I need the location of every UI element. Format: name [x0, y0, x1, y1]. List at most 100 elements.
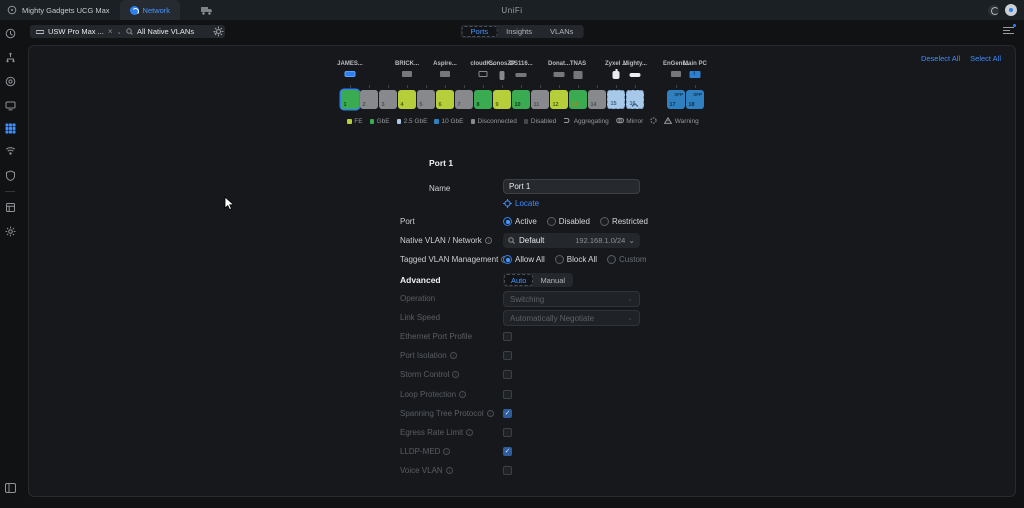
- port-18-sfp[interactable]: 18SFP: [686, 90, 704, 109]
- port-12[interactable]: 12: [550, 90, 568, 109]
- tagged-vlan-radio-allow-all[interactable]: Allow All: [503, 255, 545, 264]
- toggle-label-ethernet-port-profile: Ethernet Port Profile: [400, 332, 472, 341]
- info-icon[interactable]: i: [459, 391, 466, 398]
- port-11[interactable]: 11: [531, 90, 549, 109]
- sidebar-item-dashboard[interactable]: [4, 27, 16, 39]
- info-icon[interactable]: i: [485, 237, 492, 244]
- sidebar-item-security[interactable]: [4, 169, 16, 181]
- toolbar: USW Pro Max ... × ⌄ All Native VLANs ⌄ P…: [20, 20, 1024, 44]
- info-icon[interactable]: i: [466, 429, 473, 436]
- link-speed-select[interactable]: Automatically Negotiate⌄: [503, 310, 640, 326]
- info-icon[interactable]: i: [443, 448, 450, 455]
- port-4[interactable]: 4: [398, 90, 416, 109]
- info-icon[interactable]: i: [452, 371, 459, 378]
- port-1[interactable]: 1: [341, 90, 359, 109]
- advanced-segment-manual[interactable]: Manual: [533, 274, 572, 286]
- legend-swatch: [524, 119, 529, 124]
- device-filter-dropdown[interactable]: USW Pro Max ... × ⌄: [30, 25, 129, 38]
- port-2[interactable]: 2: [360, 90, 378, 109]
- port-number: 11: [534, 102, 540, 108]
- tagged-vlan-radio-custom[interactable]: Custom: [607, 255, 647, 264]
- port-connector-tick: [540, 85, 541, 88]
- port-16[interactable]: 16: [626, 90, 644, 109]
- port-number: 10: [515, 102, 521, 108]
- info-icon[interactable]: i: [450, 352, 457, 359]
- radio-circle-icon: [600, 217, 609, 226]
- laptop-icon: [402, 71, 412, 77]
- port-state-radio-disabled[interactable]: Disabled: [547, 217, 590, 226]
- tab-insights[interactable]: Insights: [497, 26, 541, 37]
- checkbox-spanning-tree-protocol[interactable]: ✓: [503, 409, 512, 418]
- port-state-radio-active[interactable]: Active: [503, 217, 537, 226]
- info-icon[interactable]: i: [446, 467, 453, 474]
- native-vlan-dropdown[interactable]: Default 192.168.1.0/24⌄: [503, 233, 640, 248]
- switch-device-icon: [36, 29, 44, 35]
- checkbox-port-isolation[interactable]: [503, 351, 512, 360]
- port-number: 8: [477, 102, 480, 108]
- port-6[interactable]: 6: [436, 90, 454, 109]
- port-8[interactable]: 8: [474, 90, 492, 109]
- device-name: Mighty...: [623, 61, 647, 67]
- tab-ports[interactable]: Ports: [462, 26, 498, 37]
- clear-filter-icon[interactable]: ×: [108, 28, 113, 36]
- legend-label: 2.5 GbE: [404, 118, 428, 125]
- operation-label: Operation: [400, 294, 435, 303]
- port-connector-tick: [635, 85, 636, 88]
- sidebar-item-clients[interactable]: [4, 99, 16, 111]
- locate-button[interactable]: Locate: [503, 199, 539, 208]
- sidebar-item-insights[interactable]: [4, 201, 16, 213]
- port-state-radios: Active Disabled Restricted: [503, 217, 648, 226]
- name-input[interactable]: [503, 179, 640, 194]
- info-icon[interactable]: i: [487, 410, 494, 417]
- port-connector-tick: [426, 85, 427, 88]
- port-15[interactable]: 15: [607, 90, 625, 109]
- laptop-icon: [440, 71, 450, 77]
- port-number: 4: [401, 102, 404, 108]
- chevron-down-icon: ⌄: [628, 237, 635, 245]
- checkbox-storm-control[interactable]: [503, 370, 512, 379]
- column-options-button[interactable]: [1003, 27, 1014, 36]
- tab-devices-app[interactable]: [190, 0, 223, 20]
- tab-vlans[interactable]: VLANs: [541, 26, 582, 37]
- sidebar-item-topology[interactable]: [4, 51, 16, 63]
- port-5[interactable]: 5: [417, 90, 435, 109]
- warning-icon: [664, 117, 672, 126]
- legend-label: Disabled: [531, 118, 556, 125]
- legend-label: GbE: [377, 118, 390, 125]
- checkbox-lldp-med[interactable]: ✓: [503, 447, 512, 456]
- device-name: BRICK...: [395, 61, 419, 67]
- sidebar-item-unifi-devices[interactable]: [4, 75, 16, 87]
- user-avatar[interactable]: [1005, 4, 1017, 16]
- port-14[interactable]: 14: [588, 90, 606, 109]
- port-state-radio-restricted[interactable]: Restricted: [600, 217, 648, 226]
- port-13[interactable]: 13: [569, 90, 587, 109]
- port-state-label: Port: [400, 217, 415, 226]
- port-settings-gear-button[interactable]: [213, 24, 224, 42]
- uplink-chevron-icon: [632, 94, 639, 112]
- tagged-vlan-radio-block-all[interactable]: Block All: [555, 255, 597, 264]
- port-7[interactable]: 7: [455, 90, 473, 109]
- sidebar-item-radios[interactable]: [4, 145, 16, 157]
- gateway-white-icon: [630, 73, 641, 77]
- vlan-filter-dropdown[interactable]: All Native VLANs ⌄: [120, 25, 225, 38]
- vlan-filter-label: All Native VLANs: [137, 27, 194, 36]
- theme-toggle-button[interactable]: [988, 5, 999, 16]
- port-10[interactable]: 10: [512, 90, 530, 109]
- port-connector-tick: [464, 85, 465, 88]
- sidebar-item-ports-active[interactable]: [4, 122, 16, 134]
- checkbox-ethernet-port-profile[interactable]: [503, 332, 512, 341]
- sidebar-item-settings[interactable]: [4, 225, 16, 237]
- checkbox-egress-rate-limit[interactable]: [503, 428, 512, 437]
- port-9[interactable]: 9: [493, 90, 511, 109]
- tab-network[interactable]: Network: [120, 0, 181, 20]
- checkbox-voice-vlan[interactable]: [503, 466, 512, 475]
- advanced-segment-auto[interactable]: Auto: [504, 274, 533, 286]
- ap-white-icon: [613, 71, 620, 79]
- port-connector-tick: [676, 85, 677, 88]
- port-17-sfp[interactable]: 17SFP: [667, 90, 685, 109]
- checkbox-loop-protection[interactable]: [503, 390, 512, 399]
- operation-select[interactable]: Switching⌄: [503, 291, 640, 307]
- port-3[interactable]: 3: [379, 90, 397, 109]
- desktop-icon: [479, 71, 488, 77]
- sidebar-item-toggle-panel[interactable]: [4, 482, 16, 494]
